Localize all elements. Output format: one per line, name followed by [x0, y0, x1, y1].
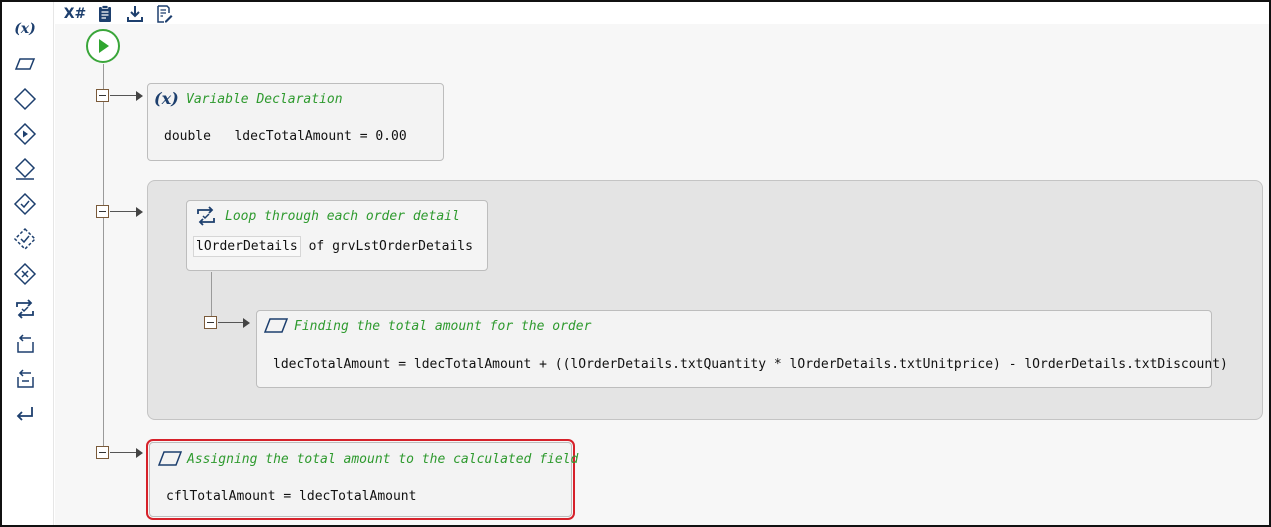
loop-icon: [197, 206, 215, 226]
start-play-button[interactable]: [86, 29, 120, 63]
diamond-dashed-check-icon[interactable]: [12, 226, 38, 252]
connector-arrow: [136, 207, 143, 217]
variable-x-icon[interactable]: (x): [12, 16, 38, 42]
step-title: Loop through each order detail: [225, 209, 460, 224]
flow-canvas: (x) Variable Declaration double ldecTota…: [55, 24, 1269, 525]
enter-return-icon[interactable]: [12, 401, 38, 427]
connector-line: [110, 95, 136, 96]
loop-icon[interactable]: [12, 296, 38, 322]
parallelogram-icon: [157, 451, 183, 466]
flow-spine: [103, 64, 104, 453]
variable-declaration-step[interactable]: (x) Variable Declaration double ldecTota…: [147, 83, 444, 161]
toolbar: X#: [54, 2, 1269, 24]
collapse-toggle-variable[interactable]: [96, 89, 109, 102]
parallelogram-icon: [263, 318, 289, 333]
loop-step[interactable]: Loop through each order detail lOrderDet…: [186, 200, 488, 271]
step-palette: (x): [2, 2, 54, 525]
step-title: Finding the total amount for the order: [294, 319, 592, 334]
x-hash-icon[interactable]: X#: [63, 4, 87, 24]
return-box-icon[interactable]: [12, 331, 38, 357]
play-icon: [99, 39, 109, 53]
x-hash-label: X#: [63, 6, 87, 22]
step-title: Assigning the total amount to the calcul…: [187, 452, 579, 467]
variable-value: 0.00: [375, 129, 407, 144]
loop-container: Loop through each order detail lOrderDet…: [147, 180, 1263, 420]
assign-total-step[interactable]: Assigning the total amount to the calcul…: [146, 439, 578, 520]
finding-total-step[interactable]: Finding the total amount for the order l…: [256, 310, 1228, 388]
variable-type: double: [164, 129, 211, 144]
step-expression: cflTotalAmount = ldecTotalAmount: [166, 489, 417, 504]
step-title: Variable Declaration: [186, 92, 343, 107]
loop-expression: lOrderDetails of grvLstOrderDetails: [193, 236, 473, 257]
loop-collection: grvLstOrderDetails: [332, 239, 473, 254]
collapse-toggle-assign[interactable]: [96, 446, 109, 459]
parallelogram-icon[interactable]: [12, 51, 38, 77]
download-icon[interactable]: [124, 4, 146, 24]
variable-x-label: (x): [14, 21, 36, 37]
collapse-toggle-inner-step[interactable]: [204, 316, 217, 329]
declaration-line: double ldecTotalAmount = 0.00: [164, 129, 407, 144]
return-list-icon[interactable]: [12, 366, 38, 392]
connector-line: [110, 211, 136, 212]
document-edit-icon[interactable]: [153, 4, 175, 24]
connector-arrow: [243, 318, 250, 328]
connector-arrow: [136, 91, 143, 101]
loop-item-variable[interactable]: lOrderDetails: [193, 236, 301, 257]
diamond-icon[interactable]: [12, 86, 38, 112]
diamond-play-icon[interactable]: [12, 121, 38, 147]
variable-name: ldecTotalAmount: [234, 129, 352, 144]
variable-x-icon: (x): [154, 89, 179, 108]
loop-of-text: of: [308, 239, 325, 254]
step-expression: ldecTotalAmount = ldecTotalAmount + ((lO…: [273, 357, 1228, 372]
clipboard-icon[interactable]: [94, 4, 116, 24]
diamond-check-icon[interactable]: [12, 191, 38, 217]
connector-line: [110, 452, 136, 453]
collapse-toggle-loop[interactable]: [96, 205, 109, 218]
diamond-x-icon[interactable]: [12, 261, 38, 287]
connector-line: [218, 322, 243, 323]
connector-arrow: [136, 448, 143, 458]
diamond-eraser-icon[interactable]: [12, 156, 38, 182]
assign-operator: =: [359, 129, 368, 144]
